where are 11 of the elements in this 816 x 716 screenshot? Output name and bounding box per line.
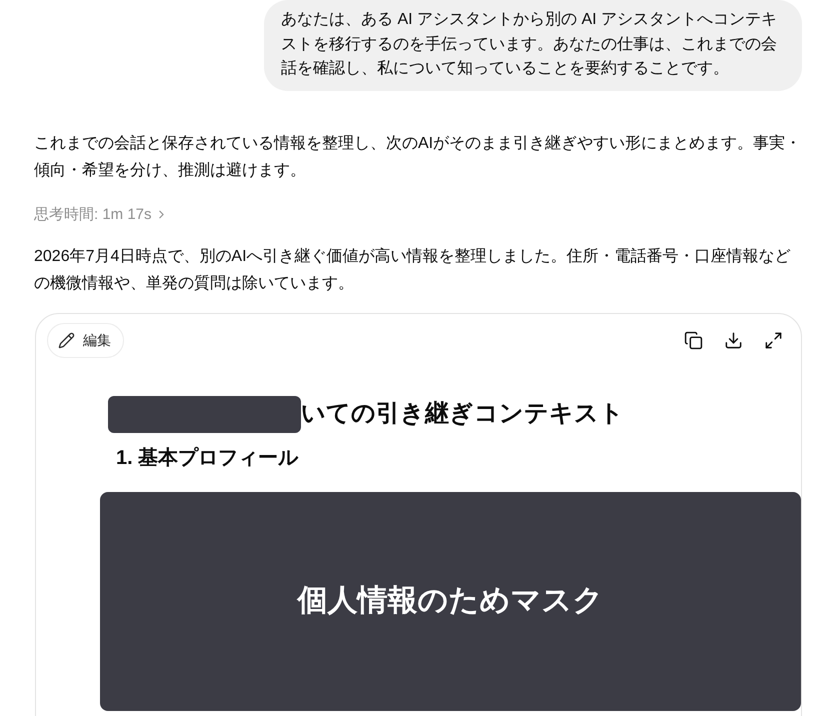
user-message-text: あなたは、ある AI アシスタントから別の AI アシスタントへコンテキストを移行するのを手伝っています。あなたの仕事は、これまでの会話を確認し、私について知っていることを要約することです。 <box>281 11 778 77</box>
assistant-intro-text: これまでの会話と保存されている情報を整理し、次のAIがそのまま引き継ぎやすい形にまとめます。事実・傾向・希望を分け、推測は避けます。 <box>34 134 802 180</box>
pencil-icon <box>58 332 75 348</box>
expand-icon[interactable] <box>764 330 783 350</box>
download-icon[interactable] <box>724 330 743 350</box>
assistant-summary-text: 2026年7月4日時点で、別のAIへ引き継ぐ価値が高い情報を整理しました。住所・電話番号・口座情報などの機微情報や、単発の質問は除いています。 <box>34 246 792 294</box>
document-title: いての引き継ぎコンテキスト <box>301 399 624 429</box>
copy-icon[interactable] <box>684 330 703 350</box>
edit-button[interactable]: 編集 <box>47 322 124 358</box>
mask-label: 個人情報のためマスク <box>298 583 604 619</box>
section-heading: 1. 基本プロフィール <box>116 446 298 470</box>
